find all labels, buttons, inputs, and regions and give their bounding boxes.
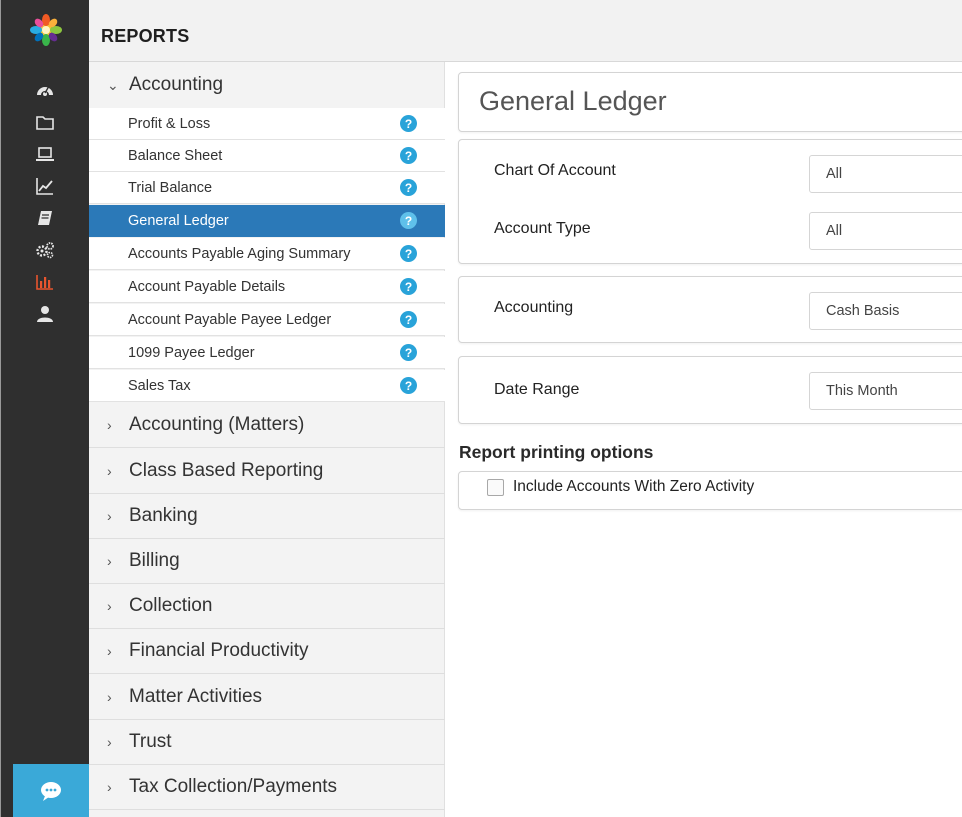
- chat-button[interactable]: [13, 764, 89, 817]
- chevron-right-icon: ›: [107, 643, 112, 659]
- folder-icon[interactable]: [1, 107, 89, 137]
- user-icon[interactable]: [1, 299, 89, 329]
- chevron-right-icon: ›: [107, 779, 112, 795]
- help-icon[interactable]: ?: [400, 311, 417, 328]
- menu-group-label: Banking: [129, 505, 198, 526]
- filter-panel-accounting: Accounting Cash Basis: [458, 276, 962, 343]
- chevron-down-icon: ⌄: [107, 76, 119, 93]
- menu-group-trust[interactable]: › Trust: [89, 720, 445, 765]
- report-item-1099-payee-ledger[interactable]: 1099 Payee Ledger ?: [89, 337, 445, 369]
- account-type-select[interactable]: All: [809, 212, 962, 250]
- chart-of-account-value: All: [826, 166, 843, 182]
- report-item-ap-payee-ledger[interactable]: Account Payable Payee Ledger ?: [89, 304, 445, 336]
- date-range-select[interactable]: This Month: [809, 372, 962, 410]
- account-type-value: All: [826, 223, 843, 239]
- chevron-right-icon: ›: [107, 463, 112, 479]
- chat-icon: [41, 781, 61, 801]
- menu-group-financial-productivity[interactable]: › Financial Productivity: [89, 629, 445, 674]
- zero-activity-checkbox[interactable]: [487, 479, 504, 496]
- menu-group-label: Financial Productivity: [129, 640, 309, 661]
- report-item-label: Balance Sheet: [128, 147, 223, 164]
- line-chart-icon[interactable]: [1, 171, 89, 201]
- help-icon[interactable]: ?: [400, 179, 417, 196]
- chevron-right-icon: ›: [107, 508, 112, 524]
- report-item-label: 1099 Payee Ledger: [128, 344, 255, 361]
- report-item-label: General Ledger: [128, 212, 229, 229]
- report-item-general-ledger[interactable]: General Ledger ?: [89, 205, 445, 237]
- report-item-label: Profit & Loss: [128, 115, 211, 132]
- report-item-label: Account Payable Details: [128, 278, 286, 295]
- laptop-icon[interactable]: [1, 139, 89, 169]
- filter-panel-accounts: Chart Of Account All Account Type All: [458, 139, 962, 264]
- account-type-label: Account Type: [494, 220, 591, 237]
- filter-panel-date-range: Date Range This Month: [458, 356, 962, 424]
- help-icon[interactable]: ?: [400, 245, 417, 262]
- dashboard-icon[interactable]: [1, 75, 89, 105]
- menu-group-label: Class Based Reporting: [129, 460, 324, 481]
- chart-of-account-select[interactable]: All: [809, 155, 962, 193]
- report-item-label: Account Payable Payee Ledger: [128, 311, 332, 328]
- menu-group-class-based-reporting[interactable]: › Class Based Reporting: [89, 449, 445, 494]
- date-range-label: Date Range: [494, 381, 580, 398]
- menu-group-label: Tax Collection/Payments: [129, 776, 338, 797]
- app-window: REPORTS ⌄ Accounting Profit & Loss ? Bal…: [0, 0, 962, 817]
- menu-group-banking[interactable]: › Banking: [89, 494, 445, 539]
- page-header: REPORTS: [89, 0, 962, 62]
- menu-group-collection[interactable]: › Collection: [89, 584, 445, 629]
- help-icon[interactable]: ?: [400, 377, 417, 394]
- help-icon[interactable]: ?: [400, 147, 417, 164]
- date-range-value: This Month: [826, 383, 898, 399]
- chevron-right-icon: ›: [107, 734, 112, 750]
- report-item-ap-aging-summary[interactable]: Accounts Payable Aging Summary ?: [89, 238, 445, 270]
- help-icon[interactable]: ?: [400, 278, 417, 295]
- bar-chart-icon[interactable]: [1, 267, 89, 297]
- chevron-right-icon: ›: [107, 553, 112, 569]
- help-icon[interactable]: ?: [400, 344, 417, 361]
- menu-group-label: Collection: [129, 595, 213, 616]
- icon-rail: [1, 0, 89, 817]
- report-menu: ⌄ Accounting Profit & Loss ? Balance She…: [89, 62, 445, 817]
- help-icon[interactable]: ?: [400, 115, 417, 132]
- report-item-label: Accounts Payable Aging Summary: [128, 245, 351, 262]
- report-item-balance-sheet[interactable]: Balance Sheet ?: [89, 140, 445, 172]
- menu-group-label: Matter Activities: [129, 686, 263, 707]
- report-title: General Ledger: [479, 86, 667, 116]
- accounting-basis-select[interactable]: Cash Basis: [809, 292, 962, 330]
- report-item-sales-tax[interactable]: Sales Tax ?: [89, 370, 445, 402]
- accounting-label: Accounting: [494, 299, 574, 316]
- report-item-ap-details[interactable]: Account Payable Details ?: [89, 271, 445, 303]
- chevron-right-icon: ›: [107, 598, 112, 614]
- menu-group-billing[interactable]: › Billing: [89, 539, 445, 584]
- accounting-basis-value: Cash Basis: [826, 303, 900, 319]
- printing-options-heading: Report printing options: [459, 442, 654, 462]
- menu-group-label: Accounting: [129, 74, 224, 95]
- menu-group-label: Accounting (Matters): [129, 414, 305, 435]
- menu-group-tax-collection-payments[interactable]: › Tax Collection/Payments: [89, 765, 445, 810]
- zero-activity-label[interactable]: Include Accounts With Zero Activity: [513, 478, 754, 496]
- menu-group-label: Billing: [129, 550, 180, 571]
- chevron-right-icon: ›: [107, 417, 112, 433]
- menu-group-label: Trust: [129, 731, 172, 752]
- chart-of-account-label: Chart Of Account: [494, 162, 616, 179]
- gears-icon[interactable]: [1, 235, 89, 265]
- report-item-label: Sales Tax: [128, 377, 191, 394]
- help-icon[interactable]: ?: [400, 212, 417, 229]
- menu-group-matter-activities[interactable]: › Matter Activities: [89, 675, 445, 720]
- menu-group-accounting[interactable]: ⌄ Accounting: [89, 62, 445, 108]
- report-item-profit-loss[interactable]: Profit & Loss ?: [89, 108, 445, 140]
- menu-group-accounting-matters[interactable]: › Accounting (Matters): [89, 403, 445, 448]
- book-icon[interactable]: [1, 203, 89, 233]
- printing-options-panel: Include Accounts With Zero Activity: [458, 471, 962, 510]
- app-logo[interactable]: [30, 14, 62, 46]
- page-title: REPORTS: [101, 26, 190, 46]
- report-item-trial-balance[interactable]: Trial Balance ?: [89, 172, 445, 204]
- report-title-panel: General Ledger: [458, 72, 962, 132]
- report-item-label: Trial Balance: [128, 179, 213, 196]
- chevron-right-icon: ›: [107, 689, 112, 705]
